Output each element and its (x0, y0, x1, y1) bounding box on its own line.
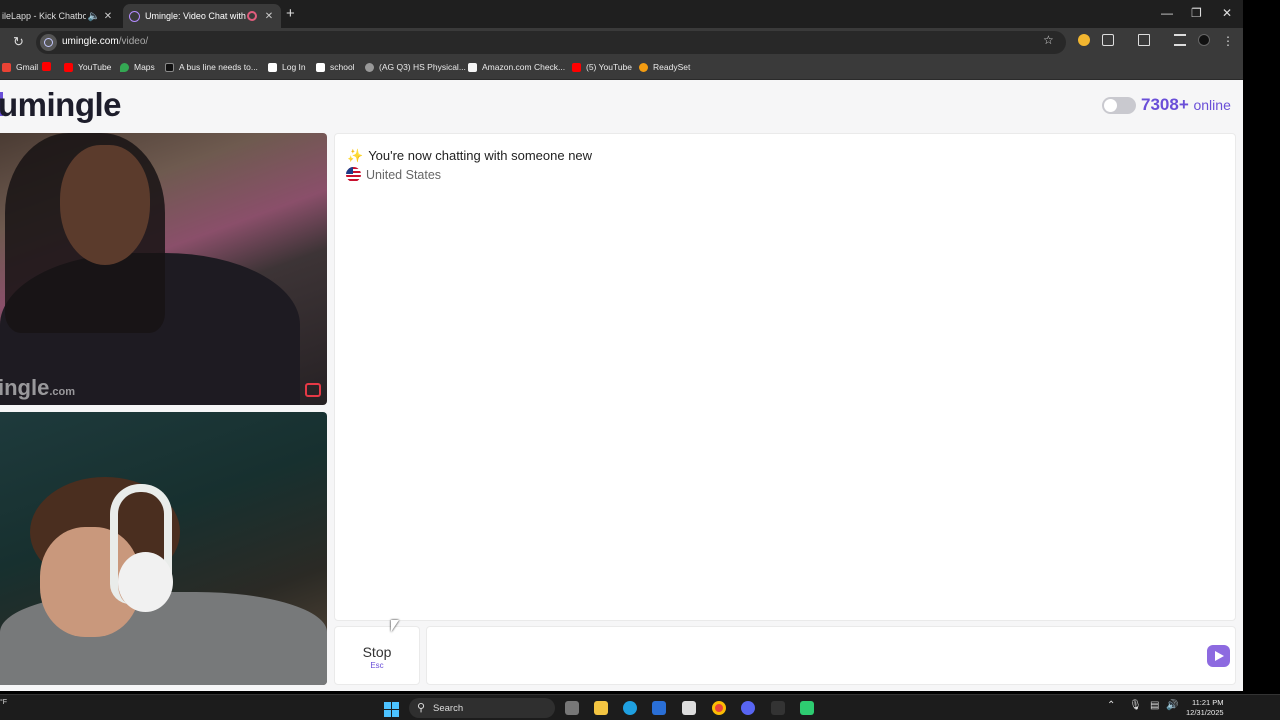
volume-icon[interactable]: 🔊 (1166, 700, 1178, 711)
address-toolbar: ↻ umingle.com/video/ (0, 28, 1243, 57)
menu-kebab-icon[interactable]: ⋮ (1222, 34, 1234, 48)
theme-toggle[interactable] (1102, 97, 1136, 114)
online-number: 7308+ (1141, 95, 1189, 114)
site-info-icon[interactable] (40, 34, 57, 51)
recording-icon (247, 11, 257, 21)
bookmark-maps[interactable]: Maps (120, 62, 155, 72)
address-bar[interactable]: umingle.com/video/ (36, 31, 1066, 54)
report-flag-icon[interactable] (305, 383, 321, 397)
bookmark-youtube[interactable]: YouTube (64, 62, 111, 72)
online-count: 7308+ online (1141, 95, 1231, 115)
readyset-icon (639, 62, 648, 72)
store-icon[interactable] (682, 701, 696, 715)
discord-icon[interactable] (741, 701, 755, 715)
cast-icon[interactable] (1138, 34, 1150, 46)
us-flag-icon (346, 167, 361, 182)
close-window-icon[interactable]: ✕ (1222, 6, 1232, 20)
bookmark-bus-line[interactable]: A bus line needs to... (165, 62, 258, 72)
windows-taskbar: °F ⚲ Search ⌃ 🎙 ▤ 🔊 11:21 PM 12/31/2025 (0, 694, 1280, 720)
taskbar-search[interactable]: ⚲ Search (409, 698, 555, 718)
extensions-puzzle-icon[interactable] (1102, 34, 1114, 46)
tab-title: ileLapp - Kick Chatbot a (2, 11, 86, 21)
remote-person-head (60, 145, 150, 265)
youtube-icon (64, 62, 73, 72)
tray-overflow-icon[interactable]: ⌃ (1107, 700, 1115, 711)
sparkle-icon: ✨ (347, 148, 364, 163)
file-explorer-icon[interactable] (594, 701, 608, 715)
close-tab-icon[interactable]: ✕ (263, 10, 275, 22)
windows-start-icon[interactable] (384, 702, 399, 717)
maps-pin-icon (120, 62, 129, 72)
bookmark-gmail[interactable]: Gmail (2, 62, 38, 72)
weather-text[interactable]: °F (0, 699, 7, 706)
gmail-icon (2, 62, 11, 72)
system-message: ✨ You're now chatting with someone new (347, 148, 592, 164)
search-icon: ⚲ (417, 702, 426, 714)
extension-icon[interactable] (1078, 34, 1090, 46)
stop-label: Stop (362, 644, 392, 660)
video-watermark: ingle.com (0, 375, 76, 400)
umingle-favicon-icon (129, 10, 140, 22)
restore-icon[interactable]: ❐ (1191, 6, 1202, 20)
youtube-icon (572, 62, 581, 72)
search-label: Search (433, 703, 464, 714)
bookmark-amazon[interactable]: Amazon.com Check... (468, 62, 565, 72)
bookmarks-bar: Gmail YouTube Maps A bus line needs to..… (0, 57, 1243, 80)
microphone-icon[interactable]: 🎙 (1129, 700, 1142, 711)
bookmark-log-in[interactable]: Log In (268, 62, 306, 72)
system-message-text: You're now chatting with someone new (368, 148, 593, 163)
chat-panel: ✨ You're now chatting with someone new Un… (334, 133, 1236, 621)
login-icon (268, 62, 277, 72)
umingle-page: umingle 7308+ online ingle.com ✨ You're n… (0, 80, 1243, 691)
reload-icon[interactable]: ↻ (13, 34, 24, 50)
tab-umingle[interactable]: Umingle: Video Chat with S ✕ (123, 4, 281, 28)
new-tab-icon[interactable]: + (286, 5, 295, 22)
stop-button[interactable]: Stop Esc (334, 626, 420, 685)
local-video (0, 412, 327, 685)
edge-icon[interactable] (623, 701, 637, 715)
url-path: /video/ (118, 36, 149, 47)
bookmark-readyset[interactable]: ReadySet (639, 62, 690, 72)
clock-date: 12/31/2025 (1186, 708, 1224, 717)
bookmark-youtube-5[interactable]: (5) YouTube (572, 62, 632, 72)
chrome-icon[interactable] (712, 701, 726, 715)
tab-kick-chatbot[interactable]: ileLapp - Kick Chatbot a 🔈 ✕ (0, 4, 120, 28)
app-icon[interactable] (771, 701, 785, 715)
online-label: online (1193, 97, 1231, 113)
send-icon[interactable] (1207, 645, 1230, 667)
mouse-cursor-icon (391, 620, 399, 632)
headphone-cup (118, 552, 173, 612)
profile-avatar-icon[interactable] (1198, 34, 1210, 46)
umingle-logo[interactable]: umingle (0, 86, 122, 124)
amazon-icon (468, 62, 477, 72)
page-icon (165, 62, 174, 72)
bookmark-star-icon[interactable]: ☆ (1043, 33, 1054, 47)
globe-icon (365, 62, 374, 72)
task-view-icon[interactable] (565, 701, 579, 715)
url-host: umingle.com (62, 36, 119, 47)
country-name: United States (366, 167, 442, 182)
network-icon[interactable]: ▤ (1150, 700, 1159, 711)
screen: ileLapp - Kick Chatbot a 🔈 ✕ Umingle: Vi… (0, 0, 1280, 720)
bookmark-school[interactable]: school (316, 62, 355, 72)
taskbar-clock[interactable]: 11:21 PM 12/31/2025 (1186, 698, 1224, 718)
tab-title: Umingle: Video Chat with S (145, 11, 247, 21)
youtube-icon (42, 62, 51, 71)
clock-time: 11:21 PM (1192, 698, 1224, 707)
message-input[interactable] (426, 626, 1236, 685)
partner-country: United States (346, 167, 441, 182)
bookmark-hs-physical[interactable]: (AG Q3) HS Physical... (365, 62, 466, 72)
browser-tab-bar: ileLapp - Kick Chatbot a 🔈 ✕ Umingle: Vi… (0, 0, 1243, 28)
school-icon (316, 62, 325, 72)
minimize-icon[interactable]: — (1161, 6, 1173, 20)
url-text: umingle.com/video/ (62, 36, 148, 47)
outlook-icon[interactable] (652, 701, 666, 715)
media-control-icon[interactable] (1174, 34, 1186, 46)
close-tab-icon[interactable]: ✕ (102, 10, 114, 22)
android-app-icon[interactable] (800, 701, 814, 715)
speaker-icon[interactable]: 🔈 (88, 10, 100, 22)
bookmark-youtube-icon-only[interactable] (42, 62, 56, 71)
stop-shortcut: Esc (370, 661, 384, 670)
remote-video: ingle.com (0, 133, 327, 405)
